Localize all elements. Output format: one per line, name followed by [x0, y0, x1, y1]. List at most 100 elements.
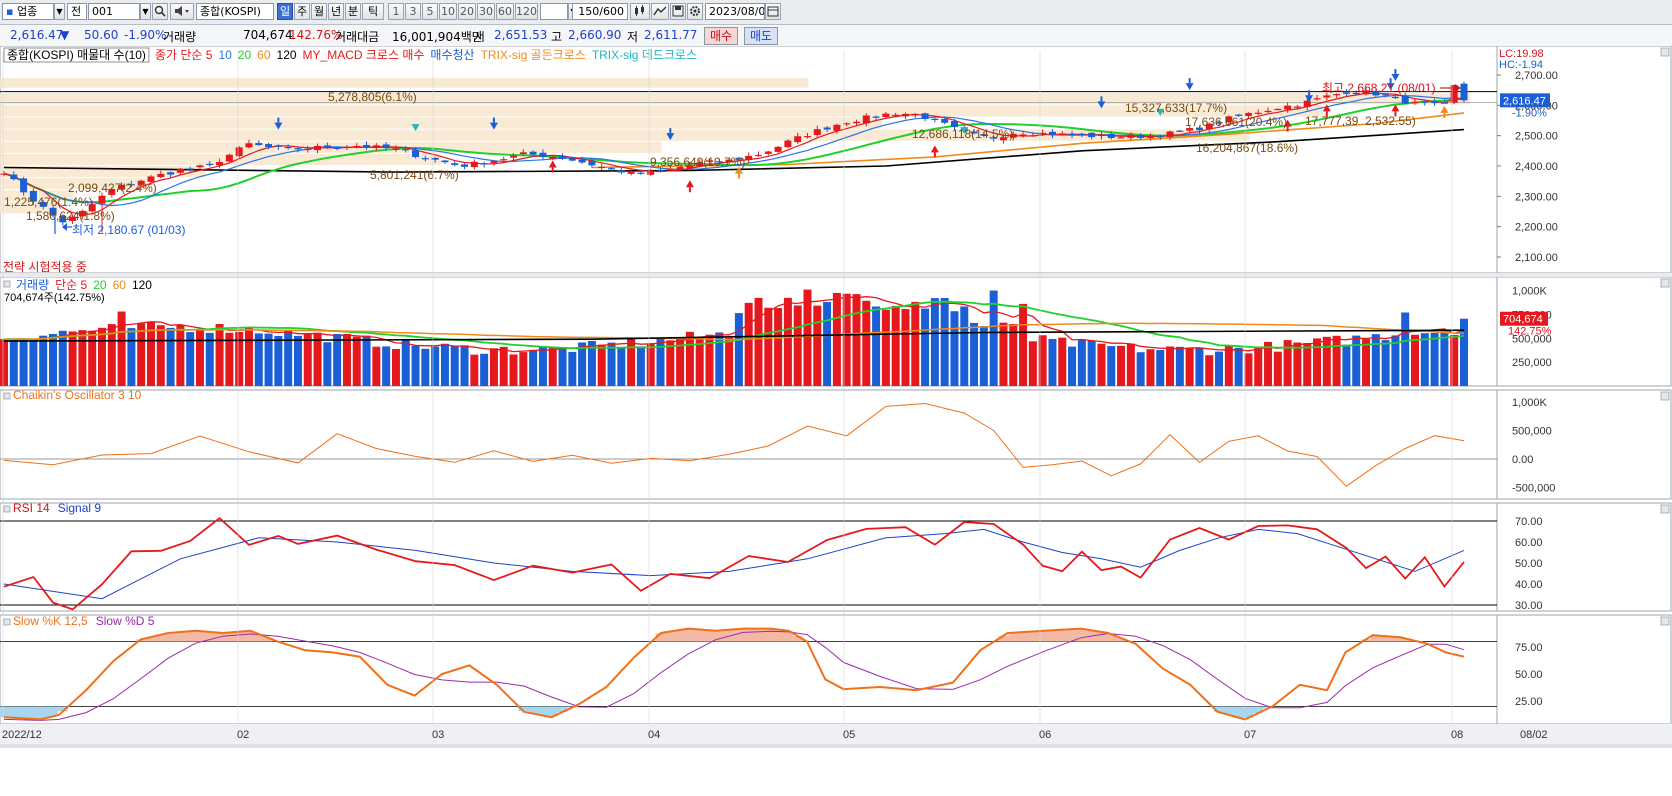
candle-body	[431, 157, 439, 160]
count-input[interactable]: 150/600	[572, 3, 628, 20]
volume-legend-item: 120	[132, 278, 152, 292]
link-icon[interactable]	[651, 3, 669, 20]
candle-body	[392, 148, 400, 150]
quote-amount-label: 거래대금	[335, 30, 380, 44]
volume-bar	[1048, 338, 1057, 386]
x-axis-label: 05	[843, 729, 855, 741]
price-legend-item: 20	[238, 48, 252, 62]
quote-open-label: 시	[474, 30, 486, 44]
stoch-legend-item: Slow %K 12,5	[13, 614, 88, 628]
save-icon[interactable]	[670, 3, 686, 20]
stoch-panel-icon	[3, 618, 11, 626]
buy-button[interactable]: 매수	[704, 27, 738, 45]
volume-profile-label: 1,225,476(1.4%)	[4, 195, 93, 209]
candle-body	[1088, 132, 1096, 138]
candle-body	[539, 152, 547, 158]
stoch-legend-item: Slow %D 5	[96, 614, 155, 628]
interval-btn-30[interactable]: 30	[477, 3, 495, 20]
candle-body	[284, 146, 292, 149]
candle-body	[225, 154, 233, 162]
candle-body	[1058, 133, 1066, 135]
volume-bar	[254, 333, 263, 386]
volume-bar	[401, 339, 410, 386]
period-btn-week[interactable]: 주	[294, 3, 310, 20]
volume-profile-label: 17,777,39	[1305, 114, 1359, 128]
interval-btn-120[interactable]: 120	[515, 3, 538, 20]
period-btn-day[interactable]: 일	[277, 3, 293, 20]
volume-bar	[1332, 335, 1341, 386]
volume-current-value: 704,674	[1503, 314, 1543, 326]
candle-body	[1166, 131, 1174, 138]
volume-bar	[1371, 334, 1380, 386]
period-btn-tick[interactable]: 틱	[362, 3, 384, 20]
volume-bar	[558, 346, 567, 386]
interval-btn-10[interactable]: 10	[439, 3, 457, 20]
candle-body	[823, 127, 831, 130]
volume-bar	[1273, 351, 1282, 386]
sell-button[interactable]: 매도	[744, 27, 778, 45]
candle-body	[598, 166, 606, 169]
candle-body	[852, 121, 860, 124]
price-axis-label: 2,300.00	[1515, 191, 1558, 203]
period-btn-year[interactable]: 년	[328, 3, 344, 20]
market-type-dropdown-icon[interactable]: ▼	[54, 3, 65, 20]
candle-body	[1264, 110, 1272, 113]
code-input[interactable]: 001	[88, 3, 140, 20]
interval-btn-20[interactable]: 20	[458, 3, 476, 20]
calendar-icon[interactable]	[765, 3, 781, 20]
candle-body	[1401, 95, 1409, 104]
candle-body	[578, 159, 586, 163]
search-icon[interactable]	[152, 3, 168, 20]
chart-area[interactable]: 5,278,805(6.1%) 15,327,633(17.7%)17,636,6…	[0, 46, 1672, 796]
volume-bar	[97, 327, 106, 386]
volume-bar	[1264, 341, 1273, 386]
candle-type-icon[interactable]	[630, 3, 650, 20]
gear-icon[interactable]	[687, 3, 703, 20]
volume-bar	[1313, 338, 1322, 386]
volume-profile-label: 16,204,867(18.6%)	[1196, 141, 1298, 155]
volume-bar	[1146, 349, 1155, 386]
interval-btn-60[interactable]: 60	[496, 3, 514, 20]
price-axis-label: 2,400.00	[1515, 161, 1558, 173]
market-type-select[interactable]: ▪ 업종	[2, 3, 54, 20]
candle-body	[921, 113, 929, 120]
volume-bar	[1254, 346, 1263, 386]
volume-bar	[1411, 334, 1420, 386]
volume-bar	[480, 353, 489, 386]
speaker-icon[interactable]	[170, 3, 194, 20]
volume-bar	[1342, 344, 1351, 386]
candle-body	[559, 155, 567, 159]
interval-btn-3[interactable]: 3	[405, 3, 421, 20]
candle-body	[647, 170, 655, 175]
chaikin-panel-icon	[3, 392, 11, 400]
candle-body	[1293, 106, 1301, 108]
period-btn-minute[interactable]: 분	[345, 3, 361, 20]
period-btn-month[interactable]: 월	[311, 3, 327, 20]
interval-btn-1[interactable]: 1	[388, 3, 404, 20]
price-axis-label: 2,700.00	[1515, 70, 1558, 82]
candle-body	[588, 161, 596, 166]
x-axis-last-label: 08/02	[1520, 729, 1548, 741]
date-input[interactable]: 2023/08/02	[705, 3, 765, 20]
interval-btn-5[interactable]: 5	[422, 3, 438, 20]
stoch-axis-label: 75.00	[1515, 642, 1543, 654]
candle-body	[1274, 108, 1282, 111]
candle-body	[1391, 96, 1399, 99]
volume-bar	[656, 338, 665, 386]
volume-bar	[1136, 352, 1145, 386]
volume-bar	[333, 333, 342, 386]
volume-bar	[1322, 336, 1331, 386]
candle-body	[186, 168, 194, 170]
period-type-select[interactable]: 전	[67, 3, 87, 20]
volume-profile-band	[0, 78, 809, 88]
volume-bar	[783, 297, 792, 386]
candle-body	[461, 164, 469, 167]
candle-body	[1421, 101, 1429, 103]
custom-interval-input[interactable]	[540, 3, 568, 20]
candle-body	[892, 114, 900, 117]
volume-bar	[1117, 345, 1126, 386]
volume-bar	[1028, 341, 1037, 386]
candle-body	[1156, 135, 1164, 138]
code-dropdown-icon[interactable]: ▼	[140, 3, 151, 20]
volume-bar	[1401, 312, 1410, 386]
